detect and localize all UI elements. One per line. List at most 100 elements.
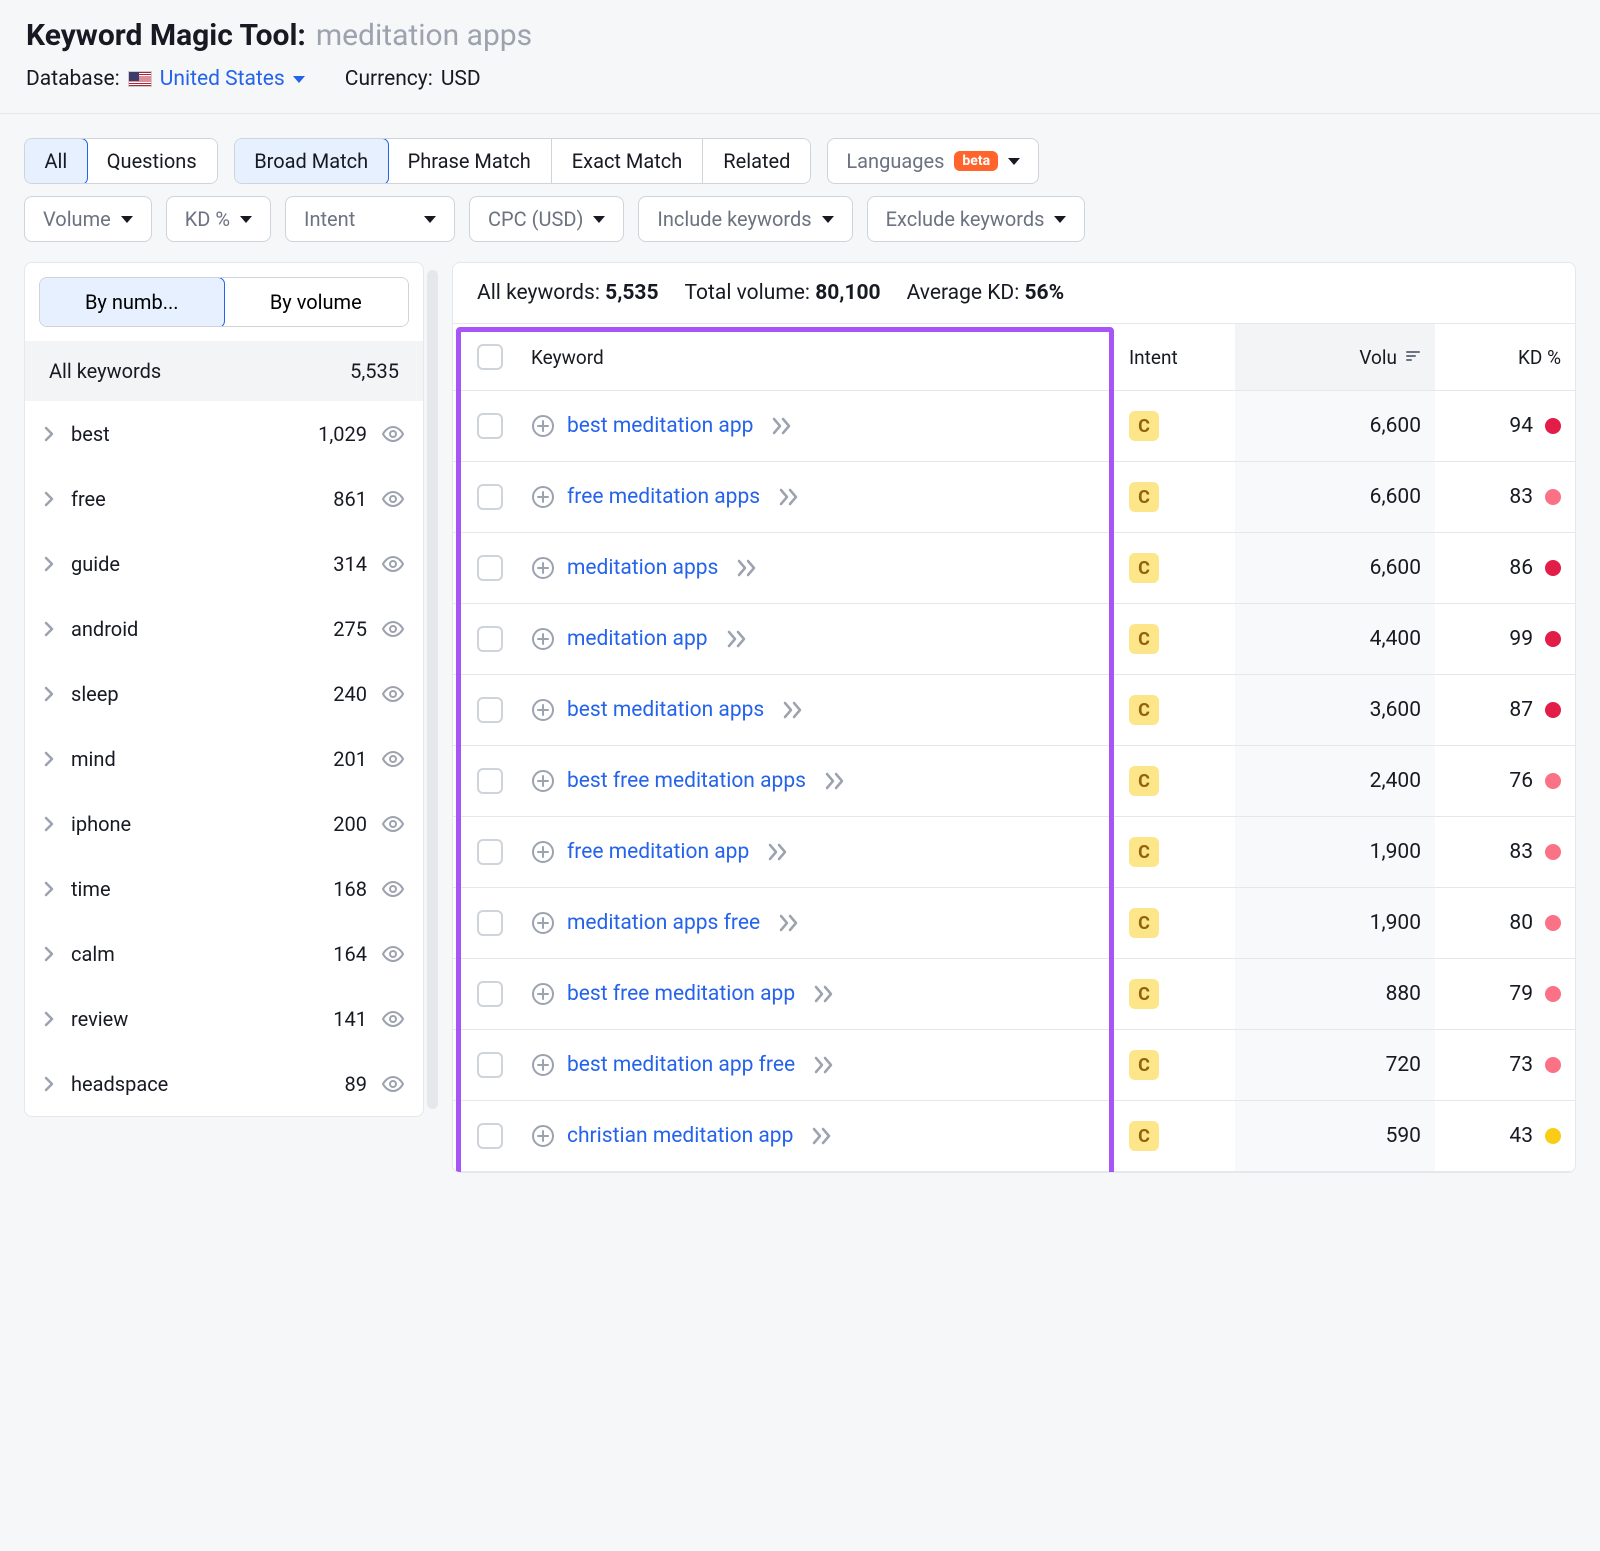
sidebar-scrollbar[interactable] [427, 270, 438, 1109]
row-checkbox[interactable] [477, 1123, 503, 1149]
open-keyword-icon[interactable] [726, 630, 748, 648]
keyword-group[interactable]: mind 201 [25, 726, 423, 791]
keyword-link[interactable]: best meditation apps [567, 698, 764, 722]
filter-cpc[interactable]: CPC (USD) [469, 196, 624, 242]
open-keyword-icon[interactable] [824, 772, 846, 790]
add-to-list-icon[interactable] [531, 840, 555, 864]
eye-icon[interactable] [381, 487, 405, 511]
difficulty-dot-icon [1545, 560, 1561, 576]
open-keyword-icon[interactable] [813, 985, 835, 1003]
all-keywords-row[interactable]: All keywords 5,535 [25, 341, 423, 401]
keyword-group[interactable]: guide 314 [25, 531, 423, 596]
row-checkbox[interactable] [477, 1052, 503, 1078]
column-intent[interactable]: Intent [1115, 326, 1235, 389]
eye-icon[interactable] [381, 877, 405, 901]
database-selector[interactable]: United States [128, 67, 305, 91]
keyword-link[interactable]: meditation apps [567, 556, 718, 580]
eye-icon[interactable] [381, 552, 405, 576]
add-to-list-icon[interactable] [531, 1124, 555, 1148]
row-checkbox[interactable] [477, 768, 503, 794]
keyword-group[interactable]: free 861 [25, 466, 423, 531]
eye-icon[interactable] [381, 617, 405, 641]
row-checkbox[interactable] [477, 981, 503, 1007]
open-keyword-icon[interactable] [813, 1056, 835, 1074]
eye-icon[interactable] [381, 1007, 405, 1031]
open-keyword-icon[interactable] [736, 559, 758, 577]
row-checkbox[interactable] [477, 484, 503, 510]
eye-icon[interactable] [381, 682, 405, 706]
tab-all[interactable]: All [24, 138, 88, 184]
column-volume[interactable]: Volu [1235, 324, 1435, 390]
keyword-group[interactable]: headspace 89 [25, 1051, 423, 1116]
column-kd[interactable]: KD % [1435, 326, 1575, 389]
add-to-list-icon[interactable] [531, 982, 555, 1006]
add-to-list-icon[interactable] [531, 414, 555, 438]
kd-cell: 99 [1435, 607, 1575, 671]
table-row: meditation apps free C 1,900 80 [453, 888, 1575, 959]
eye-icon[interactable] [381, 747, 405, 771]
add-to-list-icon[interactable] [531, 769, 555, 793]
row-checkbox[interactable] [477, 910, 503, 936]
add-to-list-icon[interactable] [531, 911, 555, 935]
keyword-group[interactable]: android 275 [25, 596, 423, 661]
open-keyword-icon[interactable] [811, 1127, 833, 1145]
eye-icon[interactable] [381, 812, 405, 836]
keyword-link[interactable]: meditation apps free [567, 911, 760, 935]
filter-intent[interactable]: Intent [285, 196, 455, 242]
add-to-list-icon[interactable] [531, 485, 555, 509]
tab-related[interactable]: Related [703, 139, 810, 183]
sort-by-number[interactable]: By numb... [39, 277, 225, 327]
tab-broad-match[interactable]: Broad Match [234, 138, 389, 184]
keyword-group-count: 168 [333, 877, 367, 901]
tab-exact-match[interactable]: Exact Match [552, 139, 704, 183]
keyword-groups-sidebar: By numb... By volume All keywords 5,535 … [24, 262, 424, 1117]
open-keyword-icon[interactable] [778, 488, 800, 506]
filter-volume[interactable]: Volume [24, 196, 152, 242]
filter-kd[interactable]: KD % [166, 196, 271, 242]
keyword-link[interactable]: best free meditation apps [567, 769, 806, 793]
keyword-group[interactable]: best 1,029 [25, 401, 423, 466]
keyword-link[interactable]: meditation app [567, 627, 708, 651]
open-keyword-icon[interactable] [771, 417, 793, 435]
filter-exclude-keywords[interactable]: Exclude keywords [867, 196, 1086, 242]
keyword-link[interactable]: best meditation app [567, 414, 753, 438]
tab-phrase-match[interactable]: Phrase Match [388, 139, 552, 183]
eye-icon[interactable] [381, 422, 405, 446]
filter-volume-label: Volume [43, 207, 111, 231]
add-to-list-icon[interactable] [531, 1053, 555, 1077]
languages-filter[interactable]: Languages beta [827, 138, 1039, 184]
open-keyword-icon[interactable] [767, 843, 789, 861]
chevron-right-icon [43, 686, 55, 702]
row-checkbox[interactable] [477, 697, 503, 723]
eye-icon[interactable] [381, 942, 405, 966]
keyword-group[interactable]: review 141 [25, 986, 423, 1051]
keyword-group[interactable]: time 168 [25, 856, 423, 921]
open-keyword-icon[interactable] [778, 914, 800, 932]
eye-icon[interactable] [381, 1072, 405, 1096]
column-keyword[interactable]: Keyword [527, 326, 1115, 389]
sort-by-volume[interactable]: By volume [224, 278, 409, 326]
select-all-checkbox[interactable] [477, 344, 503, 370]
keyword-group[interactable]: calm 164 [25, 921, 423, 986]
keyword-link[interactable]: free meditation app [567, 840, 749, 864]
keyword-link[interactable]: best free meditation app [567, 982, 795, 1006]
row-checkbox[interactable] [477, 555, 503, 581]
keyword-link[interactable]: christian meditation app [567, 1124, 793, 1148]
add-to-list-icon[interactable] [531, 698, 555, 722]
add-to-list-icon[interactable] [531, 627, 555, 651]
row-checkbox[interactable] [477, 626, 503, 652]
tab-questions[interactable]: Questions [87, 139, 217, 183]
open-keyword-icon[interactable] [782, 701, 804, 719]
row-checkbox[interactable] [477, 413, 503, 439]
keyword-link[interactable]: best meditation app free [567, 1053, 795, 1077]
keyword-group-count: 164 [333, 942, 367, 966]
add-to-list-icon[interactable] [531, 556, 555, 580]
chevron-down-icon [293, 76, 305, 83]
row-checkbox[interactable] [477, 839, 503, 865]
volume-cell: 720 [1235, 1030, 1435, 1100]
keyword-group[interactable]: iphone 200 [25, 791, 423, 856]
keyword-group[interactable]: sleep 240 [25, 661, 423, 726]
chevron-right-icon [43, 881, 55, 897]
filter-include-keywords[interactable]: Include keywords [638, 196, 852, 242]
keyword-link[interactable]: free meditation apps [567, 485, 760, 509]
